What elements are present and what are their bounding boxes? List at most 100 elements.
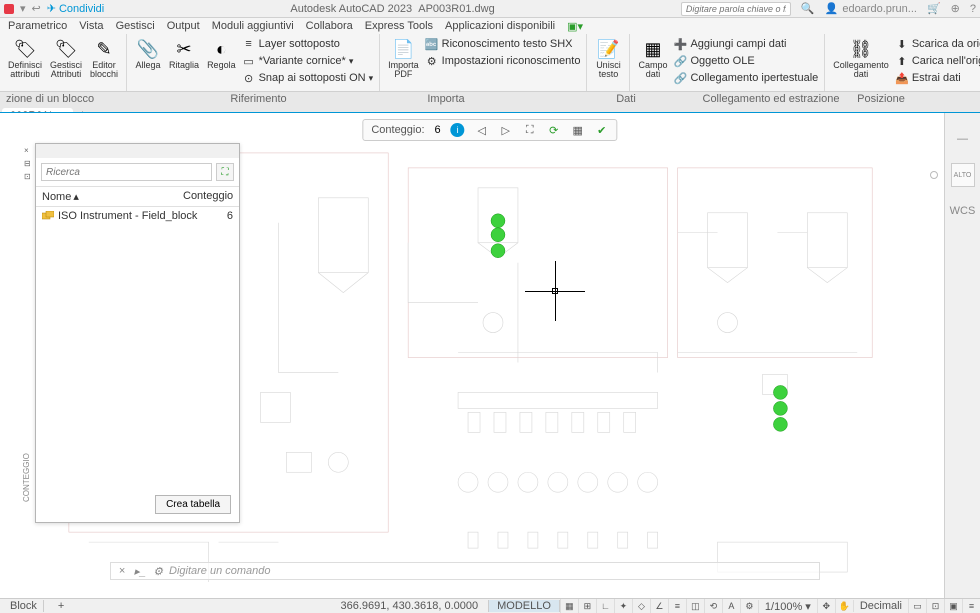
col-count-header[interactable]: Conteggio (183, 190, 233, 203)
create-table-button[interactable]: Crea tabella (155, 495, 231, 514)
ortho-icon[interactable]: ∟ (596, 599, 614, 613)
cmd-close-icon[interactable]: × (115, 564, 129, 578)
viewcube[interactable]: ALTO (951, 163, 975, 187)
hyperlink-button[interactable]: 🔗Collegamento ipertestuale (673, 70, 818, 86)
underlay-layers-button[interactable]: ≡Layer sottoposto (242, 36, 374, 52)
menu-express[interactable]: Express Tools (365, 20, 433, 32)
count-table-header: Nome ▴ Conteggio (36, 186, 239, 207)
data-field-button[interactable]: ▦ Campo dati (636, 36, 669, 82)
polar-icon[interactable]: ✦ (614, 599, 632, 613)
clean-screen-icon[interactable]: ▣ (944, 599, 962, 613)
define-attributes-button[interactable]: 🏷 Definisci attributi (6, 36, 44, 82)
attach-icon: 📎 (135, 38, 161, 60)
compass-icon[interactable] (930, 171, 938, 179)
qat-arrow-icon[interactable]: ↩ (32, 2, 41, 15)
pdf-icon: 📄 (390, 38, 416, 60)
cart-icon[interactable]: 🛒 (927, 2, 941, 15)
menu-moduli[interactable]: Moduli aggiuntivi (212, 20, 294, 32)
hardware-icon[interactable]: ⊡ (926, 599, 944, 613)
lineweight-icon[interactable]: ≡ (668, 599, 686, 613)
add-fields-button[interactable]: ➕Aggiungi campi dati (673, 36, 818, 52)
shx-recognition-button[interactable]: 🔤Riconoscimento testo SHX (425, 36, 581, 52)
share-button[interactable]: ✈ Condividi (47, 2, 104, 15)
layout-tab[interactable]: Block (4, 600, 44, 612)
zoom-extents-icon[interactable]: ✥ (817, 599, 835, 613)
cmd-settings-icon[interactable]: ⚙ (151, 564, 165, 578)
count-row[interactable]: ISO Instrument - Field_block 6 (36, 207, 239, 225)
data-link-button[interactable]: ⛓ Collegamento dati (831, 36, 891, 82)
count-label: Conteggio: (371, 124, 424, 136)
combine-text-button[interactable]: 📝 Unisci testo (593, 36, 623, 82)
block-editor-button[interactable]: ✎ Editor blocchi (88, 36, 120, 82)
qat-open-icon[interactable]: ▾ (20, 2, 26, 15)
cycling-icon[interactable]: ⟲ (704, 599, 722, 613)
cloud-icon[interactable]: ⊕ (951, 2, 960, 15)
transparency-icon[interactable]: ◫ (686, 599, 704, 613)
menu-output[interactable]: Output (167, 20, 200, 32)
menu-apps[interactable]: Applicazioni disponibili (445, 20, 555, 32)
workspace-icon[interactable]: ⚙ (740, 599, 758, 613)
adjust-button[interactable]: ◐ Regola (205, 36, 238, 72)
panel-menu-icon[interactable]: ⊡ (24, 172, 34, 182)
help-icon[interactable]: ? (970, 3, 976, 15)
menu-overflow-icon[interactable]: ▣▾ (567, 20, 583, 33)
import-pdf-button[interactable]: 📄 Importa PDF (386, 36, 421, 82)
table-icon[interactable]: ▦ (571, 123, 585, 137)
menu-vista[interactable]: Vista (79, 20, 103, 32)
customize-icon[interactable]: ≡ (962, 599, 980, 613)
menu-collabora[interactable]: Collabora (306, 20, 353, 32)
count-value: 6 (435, 124, 441, 136)
titlebar-title: Autodesk AutoCAD 2023 AP003R01.dwg (104, 3, 681, 15)
help-search-input[interactable] (681, 2, 791, 16)
units-button[interactable]: Decimali (853, 600, 908, 612)
ole-icon: 🔗 (673, 54, 687, 68)
gear-icon: ⚙ (425, 54, 439, 68)
col-name-header[interactable]: Nome ▴ (42, 190, 183, 203)
clip-button[interactable]: ✂ Ritaglia (167, 36, 201, 72)
snap-underlay-button[interactable]: ⊙Snap ai sottoposti ON ▾ (242, 70, 374, 86)
ribbon-group-labels: zione di un blocco Riferimento Importa D… (0, 92, 980, 106)
manage-attributes-button[interactable]: 🏷 Gestisci Attributi (48, 36, 84, 82)
osnap-icon[interactable]: ◇ (632, 599, 650, 613)
combine-text-icon: 📝 (595, 38, 621, 60)
add-layout-button[interactable]: + (52, 600, 70, 612)
zoom-level[interactable]: 1/100% ▾ (758, 600, 817, 613)
recognition-settings-button[interactable]: ⚙Impostazioni riconoscimento (425, 53, 581, 69)
upload-source-button[interactable]: ⬆Carica nell'origine (895, 53, 980, 69)
adjust-icon: ◐ (208, 38, 234, 60)
ribbon-group-block: 🏷 Definisci attributi 🏷 Gestisci Attribu… (0, 34, 127, 91)
upload-icon: ⬆ (895, 54, 909, 68)
refresh-icon[interactable]: ⟳ (547, 123, 561, 137)
count-search-button[interactable]: ⛶ (216, 163, 234, 181)
user-menu[interactable]: 👤 edoardo.prun... (825, 2, 917, 15)
canvas[interactable]: Conteggio: 6 i ◁ ▷ ⛶ ⟳ ▦ ✔ × ⊟ ⊡ CONTEGG… (0, 112, 980, 598)
panel-close-icon[interactable]: × (24, 146, 34, 156)
otrack-icon[interactable]: ∠ (650, 599, 668, 613)
menu-gestisci[interactable]: Gestisci (116, 20, 155, 32)
ole-object-button[interactable]: 🔗Oggetto OLE (673, 53, 818, 69)
menu-parametrico[interactable]: Parametrico (8, 20, 67, 32)
annotation-icon[interactable]: A (722, 599, 740, 613)
isolate-icon[interactable]: ▭ (908, 599, 926, 613)
grid-icon[interactable]: ▦ (560, 599, 578, 613)
search-icon[interactable]: 🔍 (801, 2, 815, 15)
attach-button[interactable]: 📎 Allega (133, 36, 163, 72)
frame-variant-button[interactable]: ▭*Variante cornice* ▾ (242, 53, 374, 69)
datalink-icon: ⛓ (848, 38, 874, 60)
expand-icon[interactable]: ⛶ (523, 123, 537, 137)
snap-mode-icon[interactable]: ⊞ (578, 599, 596, 613)
count-toolbar: Conteggio: 6 i ◁ ▷ ⛶ ⟳ ▦ ✔ (362, 119, 617, 141)
nav-minimize-icon[interactable]: — (957, 133, 968, 145)
download-source-button[interactable]: ⬇Scarica da origine (895, 36, 980, 52)
count-search-input[interactable] (41, 163, 212, 181)
statusbar: Block + 366.9691, 430.3618, 0.0000 MODEL… (0, 598, 980, 613)
panel-pin-icon[interactable]: ⊟ (24, 159, 34, 169)
extract-data-button[interactable]: 📤Estrai dati (895, 70, 980, 86)
next-icon[interactable]: ▷ (499, 123, 513, 137)
info-badge-icon[interactable]: i (451, 123, 465, 137)
prev-icon[interactable]: ◁ (475, 123, 489, 137)
pan-icon[interactable]: ✋ (835, 599, 853, 613)
model-space-button[interactable]: MODELLO (488, 600, 560, 612)
command-line[interactable]: × ▸_ ⚙ Digitare un comando (110, 562, 820, 580)
confirm-icon[interactable]: ✔ (595, 123, 609, 137)
